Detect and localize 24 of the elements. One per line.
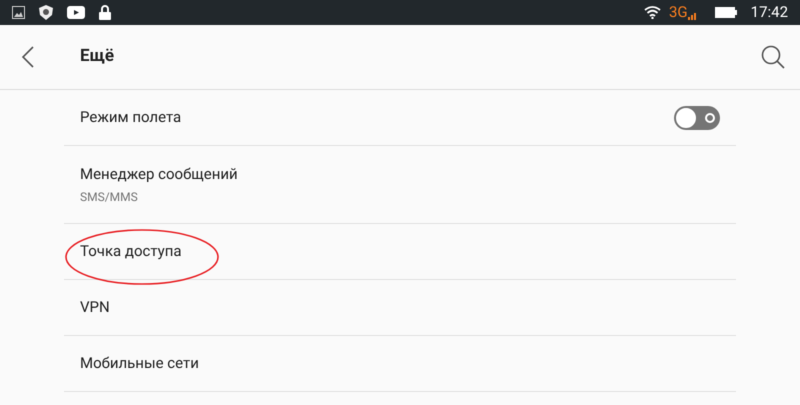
settings-row[interactable]: Менеджер сообщений SMS/MMS [64,146,736,224]
wifi-icon [644,6,661,19]
setting-title: Точка доступа [80,241,183,262]
setting-title: VPN [80,297,111,318]
image-icon [12,6,25,19]
settings-row[interactable]: VPN [64,280,736,336]
settings-row[interactable]: Режим полета [64,90,736,146]
lock-icon [99,5,111,20]
clock: 17:42 [750,2,788,24]
settings-row[interactable]: Мобильные сети [64,336,736,392]
setting-subtitle: SMS/MMS [80,188,139,206]
search-icon [761,45,785,69]
setting-title: Режим полета [80,107,182,128]
setting-title: Менеджер сообщений [80,164,239,186]
setting-title: Мобильные сети [80,353,200,374]
settings-row[interactable]: Точка доступа [64,224,736,280]
toggle-switch[interactable] [674,106,720,130]
network-type: 3G [668,5,688,20]
play-icon [67,6,85,19]
back-icon [22,46,34,68]
shield-icon [39,5,53,20]
page-title: Ещё [80,45,114,68]
battery-icon [714,7,737,18]
signal-icon [688,12,697,20]
